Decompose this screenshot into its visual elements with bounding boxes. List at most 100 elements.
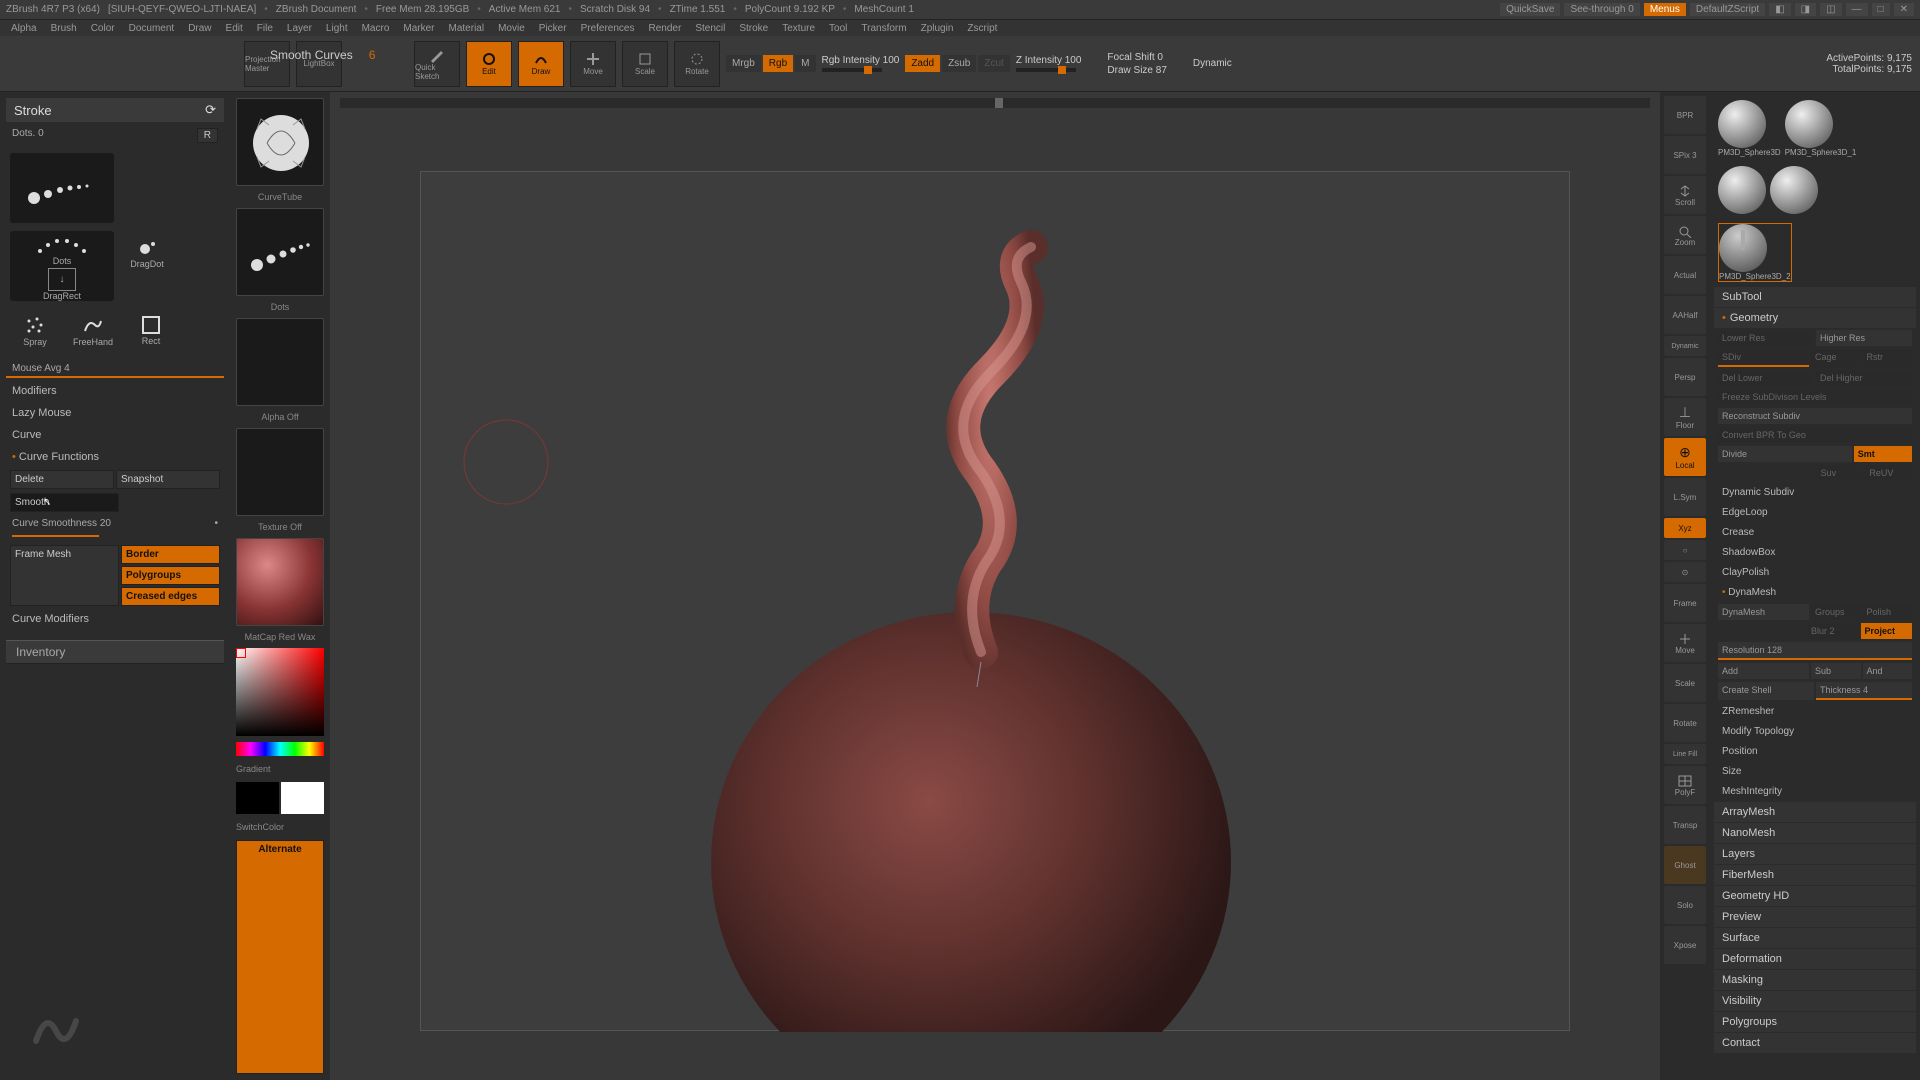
stroke-freehand[interactable]: FreeHand: [68, 309, 118, 353]
seethrough-slider[interactable]: See-through 0: [1564, 3, 1639, 16]
fibermesh-header[interactable]: FiberMesh: [1714, 865, 1916, 885]
zremesher-section[interactable]: ZRemesher: [1714, 702, 1916, 721]
rotate-button[interactable]: Rotate: [674, 41, 720, 87]
shadowbox-section[interactable]: ShadowBox: [1714, 543, 1916, 562]
dynamic-subdiv-section[interactable]: Dynamic Subdiv: [1714, 483, 1916, 502]
subtool-header[interactable]: SubTool: [1714, 287, 1916, 307]
higher-res-button[interactable]: Higher Res: [1816, 330, 1912, 346]
solo-button[interactable]: Solo: [1664, 886, 1706, 924]
edit-button[interactable]: Edit: [466, 41, 512, 87]
menu-stencil[interactable]: Stencil: [688, 23, 732, 34]
draw-size-slider[interactable]: Draw Size 87: [1107, 65, 1166, 76]
focal-shift-slider[interactable]: Focal Shift 0: [1107, 52, 1163, 63]
stroke-spray[interactable]: Spray: [10, 309, 60, 353]
snapshot-button[interactable]: Snapshot: [116, 470, 220, 489]
zadd-button[interactable]: Zadd: [905, 55, 940, 72]
zoom-button[interactable]: Zoom: [1664, 216, 1706, 254]
menu-brush[interactable]: Brush: [44, 23, 84, 34]
position-section[interactable]: Position: [1714, 742, 1916, 761]
texture-thumb[interactable]: [236, 428, 324, 516]
scale-nav-button[interactable]: Scale: [1664, 664, 1706, 702]
divide-button[interactable]: Divide: [1718, 446, 1852, 462]
del-higher-button[interactable]: Del Higher: [1816, 370, 1912, 386]
alpha-thumb[interactable]: [236, 318, 324, 406]
sdiv-slider[interactable]: SDiv: [1718, 349, 1809, 367]
add-button[interactable]: Add: [1718, 663, 1809, 679]
edgeloop-section[interactable]: EdgeLoop: [1714, 503, 1916, 522]
scroll-button[interactable]: Scroll: [1664, 176, 1706, 214]
claypolish-section[interactable]: ClayPolish: [1714, 563, 1916, 582]
contact-header[interactable]: Contact: [1714, 1033, 1916, 1053]
project-button[interactable]: Project: [1861, 623, 1913, 639]
delete-button[interactable]: Delete: [10, 470, 114, 489]
menu-picker[interactable]: Picker: [532, 23, 574, 34]
polyf-button[interactable]: PolyF: [1664, 766, 1706, 804]
menu-render[interactable]: Render: [642, 23, 689, 34]
timeline-marker[interactable]: [995, 98, 1003, 108]
smt-button[interactable]: Smt: [1854, 446, 1912, 462]
del-lower-button[interactable]: Del Lower: [1718, 370, 1814, 386]
modify-topology-section[interactable]: Modify Topology: [1714, 722, 1916, 741]
menu-transform[interactable]: Transform: [854, 23, 913, 34]
curve-modifiers-section[interactable]: Curve Modifiers: [6, 610, 224, 628]
maximize-icon[interactable]: □: [1872, 3, 1890, 16]
dynamic-label[interactable]: Dynamic: [1193, 58, 1232, 69]
menu-alpha[interactable]: Alpha: [4, 23, 44, 34]
stroke-rect[interactable]: Rect: [126, 309, 176, 353]
crease-section[interactable]: Crease: [1714, 523, 1916, 542]
lsym-button[interactable]: L.Sym: [1664, 478, 1706, 516]
quicksave-button[interactable]: QuickSave: [1500, 3, 1560, 16]
curve-smoothness-slider[interactable]: Curve Smoothness 20•: [6, 516, 224, 531]
curve-section[interactable]: Curve: [6, 426, 224, 444]
mrgb-button[interactable]: Mrgb: [726, 55, 761, 72]
stroke-header[interactable]: Stroke ⟳: [6, 98, 224, 122]
stroke-dots[interactable]: [10, 153, 114, 223]
xyz-button[interactable]: Xyz: [1664, 518, 1706, 538]
timeline-strip[interactable]: [340, 98, 1650, 108]
polygroups-header[interactable]: Polygroups: [1714, 1012, 1916, 1032]
menu-stroke[interactable]: Stroke: [732, 23, 775, 34]
switchcolor-button[interactable]: SwitchColor: [234, 820, 286, 834]
curve-functions-section[interactable]: Curve Functions: [6, 448, 224, 466]
tool-thumb[interactable]: [1718, 100, 1766, 148]
tool-thumb-active[interactable]: [1719, 224, 1767, 272]
meshintegrity-section[interactable]: MeshIntegrity: [1714, 782, 1916, 801]
persp-button[interactable]: Persp: [1664, 358, 1706, 396]
suv-button[interactable]: Suv: [1817, 465, 1864, 481]
menu-light[interactable]: Light: [319, 23, 355, 34]
resolution-slider[interactable]: Resolution 128: [1718, 642, 1912, 660]
xpose-button[interactable]: Xpose: [1664, 926, 1706, 964]
menu-zscript[interactable]: Zscript: [960, 23, 1004, 34]
menu-macro[interactable]: Macro: [355, 23, 397, 34]
sub-button[interactable]: Sub: [1811, 663, 1861, 679]
freeze-subdiv-button[interactable]: Freeze SubDivison Levels: [1718, 389, 1912, 405]
z-intensity-slider[interactable]: Z Intensity 100: [1016, 55, 1082, 66]
rgb-button[interactable]: Rgb: [763, 55, 793, 72]
cursor-cross[interactable]: ⊙: [1664, 562, 1706, 582]
visibility-header[interactable]: Visibility: [1714, 991, 1916, 1011]
tool-thumb[interactable]: [1770, 166, 1818, 214]
local-button[interactable]: ⊕Local: [1664, 438, 1706, 476]
surface-header[interactable]: Surface: [1714, 928, 1916, 948]
move-button[interactable]: Move: [570, 41, 616, 87]
menu-document[interactable]: Document: [122, 23, 182, 34]
menu-edit[interactable]: Edit: [219, 23, 250, 34]
frame-mesh-button[interactable]: Frame Mesh: [10, 545, 119, 606]
canvas[interactable]: [420, 171, 1570, 1031]
groups-button[interactable]: Groups: [1811, 604, 1861, 620]
resuv-button[interactable]: ReUV: [1865, 465, 1912, 481]
menu-marker[interactable]: Marker: [396, 23, 441, 34]
quick-sketch-button[interactable]: Quick Sketch: [414, 41, 460, 87]
layers-header[interactable]: Layers: [1714, 844, 1916, 864]
stroke-dots-alt[interactable]: Dots ↓ DragRect: [10, 231, 114, 301]
menu-movie[interactable]: Movie: [491, 23, 532, 34]
m-button[interactable]: M: [795, 55, 815, 72]
mouse-avg-slider[interactable]: Mouse Avg 4: [6, 361, 224, 378]
smooth-button[interactable]: Smooth↖: [10, 493, 119, 512]
polygroups-button[interactable]: Polygroups: [121, 566, 220, 585]
rotate-nav-button[interactable]: Rotate: [1664, 704, 1706, 742]
aahalf-button[interactable]: AAHalf: [1664, 296, 1706, 334]
window-icon[interactable]: ◧: [1769, 3, 1790, 16]
menu-file[interactable]: File: [250, 23, 280, 34]
dynamesh-section[interactable]: DynaMesh: [1714, 583, 1916, 602]
